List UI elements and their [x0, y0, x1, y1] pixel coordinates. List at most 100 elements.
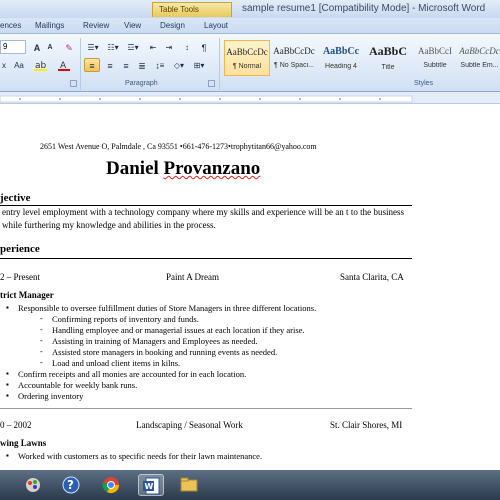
tab-view[interactable]: View	[124, 21, 141, 30]
show-marks-icon[interactable]: ¶	[198, 40, 210, 54]
objective-heading: jective	[0, 192, 31, 204]
numbering-icon[interactable]: ☷▾	[104, 40, 122, 54]
style-title[interactable]: AaBbC Title	[365, 40, 411, 76]
paragraph-group-label: Paragraph	[125, 80, 158, 87]
increase-indent-icon[interactable]: ⇥	[162, 40, 176, 54]
job1-duty: Ordering inventory	[18, 391, 84, 401]
style-sample: AaBbCcDc	[459, 46, 500, 56]
bullet-icon: ▪	[6, 391, 9, 400]
style-name: ¶ No Spaci...	[274, 62, 314, 69]
multilevel-list-icon[interactable]: ☲▾	[124, 40, 142, 54]
paint-icon[interactable]	[20, 474, 46, 496]
explorer-icon[interactable]	[176, 474, 202, 496]
style-subtle-emphasis[interactable]: AaBbCcDc Subtle Em...	[459, 40, 500, 76]
job1-dates: 2 – Present	[0, 272, 40, 282]
style-sample: AaBbCcDc	[226, 47, 268, 57]
shading-icon[interactable]: ◇▾	[170, 58, 188, 72]
change-case-icon[interactable]: Aa	[12, 58, 26, 72]
highlight-icon[interactable]: ab	[32, 58, 52, 72]
group-separator	[219, 38, 220, 90]
bullet-icon: ▪	[6, 451, 9, 460]
name-last-misspelled: Provanzano	[163, 158, 261, 179]
style-sample: AaBbC	[368, 44, 407, 58]
tab-layout[interactable]: Layout	[204, 21, 228, 30]
justify-icon[interactable]: ≣	[134, 58, 150, 72]
style-name: Title	[381, 64, 395, 71]
grow-font-icon[interactable]: A	[30, 40, 44, 54]
job1-company: Paint A Dream	[166, 272, 219, 282]
group-separator	[80, 38, 81, 90]
tab-review[interactable]: Review	[83, 21, 109, 30]
clear-formatting-icon[interactable]: ✎	[62, 40, 76, 54]
dash-icon: -	[40, 336, 43, 345]
align-center-icon[interactable]: ≡	[102, 58, 118, 72]
styles-group-label: Styles	[414, 80, 434, 87]
dash-icon: -	[40, 314, 43, 323]
document-page[interactable]: 2651 West Avenue O, Palmdale , Ca 93551 …	[0, 104, 500, 470]
svg-text:?: ?	[67, 478, 74, 492]
style-name: Subtle Em...	[460, 62, 499, 69]
job1-subduty: Assisting in training of Managers and Em…	[52, 336, 258, 346]
tab-references[interactable]: ences	[0, 21, 21, 30]
align-left-icon[interactable]: ≡	[84, 58, 100, 72]
job-separator	[0, 408, 412, 409]
superscript-icon[interactable]: x	[0, 58, 8, 72]
job1-subduty: Handling employee and or managerial issu…	[52, 325, 305, 335]
font-dialog-launcher-icon[interactable]	[70, 80, 77, 87]
style-sample: AaBbCcDc	[273, 46, 315, 56]
job1-duty: Accountable for weekly bank runs.	[18, 380, 138, 390]
font-size-combo[interactable]: 9	[0, 40, 26, 54]
style-subtitle[interactable]: AaBbCcI Subtitle	[412, 40, 458, 76]
job1-subduty: Assisted store managers in booking and r…	[52, 347, 278, 357]
ribbon-tabs: ences Mailings Review View Design Layout	[0, 18, 500, 34]
paragraph-dialog-launcher-icon[interactable]	[208, 80, 215, 87]
sort-icon[interactable]: ↕	[180, 40, 194, 54]
job2-company: Landscaping / Seasonal Work	[136, 420, 243, 430]
ribbon: 9 A A ✎ x Aa ab A ☰▾ ☷▾ ☲▾ ⇤ ⇥ ↕ ¶ ≡ ≡ ≡…	[0, 34, 500, 92]
dash-icon: -	[40, 325, 43, 334]
align-right-icon[interactable]: ≡	[118, 58, 134, 72]
bullets-icon[interactable]: ☰▾	[84, 40, 102, 54]
style-sample: AaBbCc	[322, 46, 360, 57]
title-bar: Table Tools sample resume1 [Compatibilit…	[0, 0, 500, 18]
bullet-icon: ▪	[6, 303, 9, 312]
decrease-indent-icon[interactable]: ⇤	[146, 40, 160, 54]
bullet-icon: ▪	[6, 369, 9, 378]
style-name: Heading 4	[325, 63, 357, 70]
job1-title: trict Manager	[0, 290, 54, 300]
job2-location: St. Clair Shores, MI	[330, 420, 403, 430]
font-color-icon[interactable]: A	[56, 58, 74, 72]
bullet-icon: ▪	[6, 380, 9, 389]
help-icon[interactable]: ?	[58, 474, 84, 496]
name-first: Daniel	[106, 158, 164, 179]
chrome-icon[interactable]	[98, 474, 124, 496]
objective-text: entry level employment with a technology…	[2, 207, 404, 230]
borders-icon[interactable]: ⊞▾	[190, 58, 208, 72]
svg-text:W: W	[145, 482, 154, 491]
style-no-spacing[interactable]: AaBbCcDc ¶ No Spaci...	[271, 40, 317, 76]
job1-duty: Confirm receipts and all monies are acco…	[18, 369, 247, 379]
line-spacing-icon[interactable]: ↨≡	[152, 58, 168, 72]
taskbar: ? W	[0, 470, 500, 500]
job2-dates: 0 – 2002	[0, 420, 32, 430]
tab-design[interactable]: Design	[160, 21, 185, 30]
shrink-font-icon[interactable]: A	[44, 40, 56, 54]
style-heading-4[interactable]: AaBbCc Heading 4	[318, 40, 364, 76]
style-name: Subtitle	[423, 62, 447, 69]
horizontal-ruler[interactable]	[0, 92, 500, 104]
job2-title: wing Lawns	[0, 438, 47, 448]
contact-line: 2651 West Avenue O, Palmdale , Ca 93551 …	[40, 142, 317, 151]
style-normal[interactable]: AaBbCcDc ¶ Normal	[224, 40, 270, 76]
style-sample: AaBbCcI	[418, 46, 452, 56]
table-tools-contextual-tab[interactable]: Table Tools	[152, 2, 232, 17]
tab-mailings[interactable]: Mailings	[35, 21, 64, 30]
window-title: sample resume1 [Compatibility Mode] - Mi…	[242, 3, 486, 14]
job1-location: Santa Clarita, CA	[340, 272, 404, 282]
job1-subduty: Load and unload client items in kilns.	[52, 358, 181, 368]
word-icon[interactable]: W	[138, 474, 164, 496]
job1-subduty: Confirming reports of inventory and fund…	[52, 314, 199, 324]
resume-name: Daniel Provanzano	[106, 158, 260, 180]
dash-icon: -	[40, 358, 43, 367]
job1-duty: Responsible to oversee fulfillment dutie…	[18, 303, 317, 313]
job2-duty: Worked with customers as to specific nee…	[18, 451, 263, 461]
